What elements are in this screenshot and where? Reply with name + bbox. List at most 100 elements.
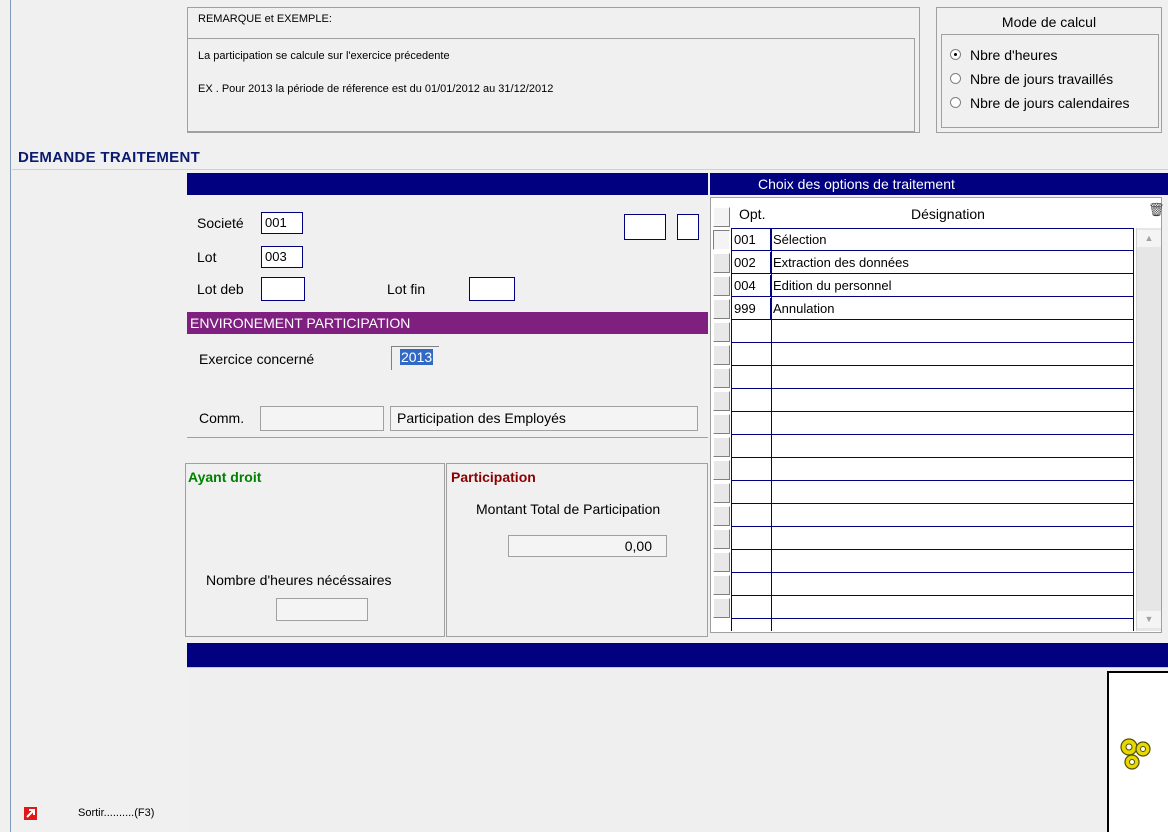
table-row[interactable] <box>731 574 1134 596</box>
montant-label: Montant Total de Participation <box>476 501 661 517</box>
lot-deb-field[interactable] <box>261 277 305 301</box>
radio-empty-icon[interactable] <box>950 73 961 84</box>
row-code: 004 <box>731 275 771 297</box>
page-title: DEMANDE TRAITEMENT <box>18 149 201 166</box>
table-row[interactable] <box>731 551 1134 573</box>
table-row[interactable] <box>731 505 1134 527</box>
col-opt-header: Opt. <box>739 206 766 222</box>
table-row[interactable] <box>731 321 1134 343</box>
row-code: 002 <box>731 252 771 274</box>
radio-nbre-jours-calendaires[interactable]: Nbre de jours calendaires <box>942 94 1158 112</box>
col-designation-header: Désignation <box>911 206 985 222</box>
table-row[interactable] <box>731 344 1134 366</box>
comm-code-field[interactable] <box>260 406 384 431</box>
options-grid: Opt. Désignation 🗑 001 Sélection 002 Ext… <box>710 197 1165 633</box>
remark-line-1: La participation se calcule sur l'exerci… <box>198 50 450 62</box>
row-selector[interactable] <box>713 483 730 503</box>
societe-field[interactable]: 001 <box>261 212 303 234</box>
options-header-bar: Choix des options de traitement <box>710 173 1168 195</box>
bottom-panel <box>187 667 1168 832</box>
row-code: 999 <box>731 298 771 320</box>
row-selector[interactable] <box>713 437 730 457</box>
environnement-header: ENVIRONEMENT PARTICIPATION <box>187 312 708 334</box>
table-row[interactable] <box>731 413 1134 435</box>
mode-calcul-panel: Mode de calcul Nbre d'heures Nbre de jou… <box>936 7 1162 133</box>
ayant-droit-title: Ayant droit <box>188 469 262 485</box>
radio-label: Nbre d'heures <box>970 47 1058 63</box>
exercice-label: Exercice concerné <box>199 351 315 367</box>
table-row[interactable]: 001 Sélection <box>731 229 1134 251</box>
table-row[interactable] <box>731 367 1134 389</box>
participation-title: Participation <box>451 469 536 485</box>
row-selector[interactable] <box>713 322 730 342</box>
comm-label: Comm. <box>199 410 245 426</box>
row-label: Sélection <box>773 232 827 247</box>
row-code: 001 <box>731 229 771 251</box>
execute-button[interactable] <box>1107 671 1168 832</box>
row-selector-header[interactable] <box>713 207 730 227</box>
row-selector[interactable] <box>713 552 730 572</box>
lot-field[interactable]: 003 <box>261 246 303 268</box>
societe-label: Societé <box>197 215 244 231</box>
row-label: Annulation <box>773 301 835 316</box>
radio-nbre-heures[interactable]: Nbre d'heures <box>942 46 1158 64</box>
form-header-bar <box>187 173 708 195</box>
heures-field[interactable] <box>276 598 368 621</box>
row-label: Extraction des données <box>773 255 909 270</box>
row-selector[interactable] <box>713 368 730 388</box>
table-row[interactable] <box>731 482 1134 504</box>
row-selector[interactable] <box>713 391 730 411</box>
extra-field-1[interactable] <box>624 214 666 240</box>
radio-empty-icon[interactable] <box>950 97 961 108</box>
exit-icon[interactable] <box>24 807 37 820</box>
exercice-field[interactable]: 2013 <box>391 346 439 370</box>
table-row[interactable] <box>731 390 1134 412</box>
gears-icon <box>1120 738 1151 770</box>
table-row[interactable]: 999 Annulation <box>731 298 1134 320</box>
row-selector[interactable] <box>713 414 730 434</box>
radio-nbre-jours-travailles[interactable]: Nbre de jours travaillés <box>942 70 1158 88</box>
lot-fin-label: Lot fin <box>387 281 426 297</box>
remark-panel: REMARQUE et EXEMPLE: La participation se… <box>187 7 920 133</box>
options-header-title: Choix des options de traitement <box>758 176 955 192</box>
vertical-scrollbar[interactable]: ▲ ▼ <box>1136 228 1161 631</box>
lot-deb-label: Lot deb <box>197 281 244 297</box>
table-row[interactable]: 002 Extraction des données <box>731 252 1134 274</box>
exit-label[interactable]: Sortir..........(F3) <box>78 807 154 819</box>
table-row[interactable] <box>731 436 1134 458</box>
table-row[interactable] <box>731 528 1134 550</box>
heures-label: Nombre d'heures nécéssaires <box>206 572 392 588</box>
comm-value-field[interactable]: Participation des Employés <box>390 406 698 431</box>
delete-icon[interactable]: 🗑 <box>1148 202 1165 218</box>
extra-field-2[interactable] <box>677 214 699 240</box>
row-selector[interactable] <box>713 575 730 595</box>
bottom-bar <box>187 643 1168 667</box>
remark-title: REMARQUE et EXEMPLE: <box>198 13 332 25</box>
row-selector[interactable] <box>713 598 730 618</box>
scroll-down-icon[interactable]: ▼ <box>1137 611 1161 628</box>
row-label: Edition du personnel <box>773 278 892 293</box>
table-row[interactable]: 004 Edition du personnel <box>731 275 1134 297</box>
row-selector[interactable] <box>713 230 730 250</box>
table-row[interactable] <box>731 459 1134 481</box>
row-selector[interactable] <box>713 345 730 365</box>
row-selector[interactable] <box>713 253 730 273</box>
table-row[interactable] <box>731 597 1134 619</box>
row-selector[interactable] <box>713 506 730 526</box>
radio-label: Nbre de jours travaillés <box>970 71 1114 87</box>
scroll-up-icon[interactable]: ▲ <box>1137 230 1161 247</box>
lot-label: Lot <box>197 249 217 265</box>
exercice-value: 2013 <box>400 349 434 365</box>
remark-content: La participation se calcule sur l'exerci… <box>188 38 915 132</box>
row-selector[interactable] <box>713 299 730 319</box>
mode-calcul-title: Mode de calcul <box>1001 14 1097 30</box>
row-selector[interactable] <box>713 460 730 480</box>
title-divider <box>12 169 1168 170</box>
lot-fin-field[interactable] <box>469 277 515 301</box>
radio-selected-icon[interactable] <box>950 49 961 60</box>
montant-field[interactable]: 0,00 <box>508 535 667 557</box>
row-selector[interactable] <box>713 276 730 296</box>
left-border-line <box>10 0 11 832</box>
mode-calcul-options: Nbre d'heures Nbre de jours travaillés N… <box>941 34 1159 128</box>
row-selector[interactable] <box>713 529 730 549</box>
